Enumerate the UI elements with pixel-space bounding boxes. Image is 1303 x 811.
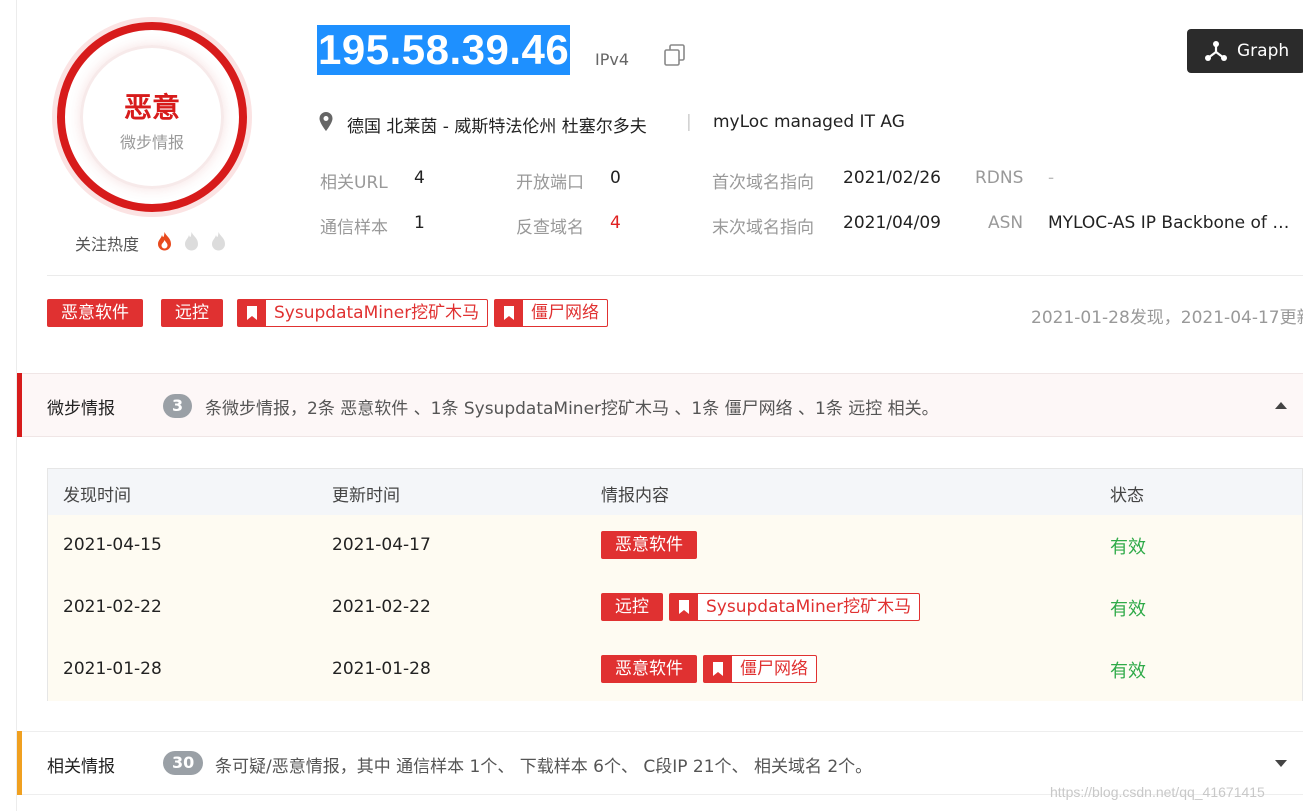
graph-icon [1205,41,1227,61]
cell-found: 2021-01-28 [63,659,162,679]
asn-value: MYLOC-AS IP Backbone of myLoc managed IT… [1048,213,1298,233]
tag-botnet-label: 僵尸网络 [740,659,808,679]
discovery-dates: 2021-01-28发现，2021-04-17更新 [1031,308,1303,328]
cell-updated: 2021-04-17 [332,535,431,555]
cell-status: 有效 [1110,661,1146,682]
bookmark-icon [495,300,523,326]
cell-updated: 2021-02-22 [332,597,431,617]
ip-type: IPv4 [595,50,630,69]
cell-found: 2021-04-15 [63,535,162,555]
table-row: 2021-04-15 2021-04-17 恶意软件 有效 [48,515,1302,578]
bookmark-icon [670,594,698,620]
intel-section-title: 微步情报 [47,399,115,419]
table-row: 2021-02-22 2021-02-22 远控 SysupdataMiner挖… [48,577,1302,640]
copy-icon[interactable] [663,43,687,67]
open-ports-label: 开放端口 [516,173,584,193]
cell-found: 2021-02-22 [63,597,162,617]
collapse-caret-icon[interactable] [1275,402,1287,409]
cell-status: 有效 [1110,537,1146,558]
rdns-label: RDNS [975,168,1024,188]
reverse-domains-value[interactable]: 4 [610,213,621,233]
bookmark-icon [238,300,266,326]
ip-organization: myLoc managed IT AG [713,112,905,132]
flame-icon-active [158,232,171,251]
flame-icon-inactive [185,232,198,251]
tag-miner[interactable]: SysupdataMiner挖矿木马 [669,593,921,621]
col-status: 状态 [1110,486,1144,506]
related-count-badge: 30 [163,751,204,775]
rdns-value: - [1048,168,1055,188]
tag-miner-label: SysupdataMiner挖矿木马 [274,303,480,323]
cell-content: 远控 SysupdataMiner挖矿木马 [601,593,921,621]
verdict-label: 恶意 [123,91,180,124]
location-separator: | [686,112,692,132]
first-resolve-label: 首次域名指向 [712,173,814,193]
tag-rat[interactable]: 远控 [601,593,663,621]
ip-location: 德国 北莱茵 - 威斯特法伦州 杜塞尔多夫 [347,117,647,137]
verdict-source: 微步情报 [119,133,184,152]
open-ports-value: 0 [610,168,621,188]
expand-caret-icon[interactable] [1275,760,1287,767]
cell-status: 有效 [1110,599,1146,620]
tag-malware[interactable]: 恶意软件 [601,655,697,683]
tag-miner-label: SysupdataMiner挖矿木马 [706,597,912,617]
bookmark-icon [704,656,732,682]
related-section-accent [17,731,22,795]
comm-samples-value[interactable]: 1 [414,213,425,233]
graph-button-label: Graph [1237,41,1290,61]
related-section-summary: 条可疑/恶意情报，其中 通信样本 1个、 下载样本 6个、 C段IP 21个、 … [215,757,873,777]
related-url-label: 相关URL [320,173,388,193]
intel-table-header: 发现时间 更新时间 情报内容 状态 [48,469,1302,516]
col-found-time[interactable]: 发现时间 [63,481,131,506]
intel-section-accent [17,373,22,437]
cell-content: 恶意软件 [601,531,697,559]
intel-section-summary: 条微步情报，2条 恶意软件 、1条 SysupdataMiner挖矿木马 、1条… [205,399,939,419]
graph-button[interactable]: Graph [1187,29,1303,73]
intel-count-badge: 3 [163,394,193,418]
heat-label: 关注热度 [75,235,140,254]
tag-malware[interactable]: 恶意软件 [47,299,143,327]
header-divider [47,275,1303,276]
reverse-domains-label: 反查域名 [516,218,584,238]
watermark: https://blog.csdn.net/qq_41671415 [1050,784,1265,800]
tag-botnet[interactable]: 僵尸网络 [494,299,608,327]
first-resolve-value: 2021/02/26 [843,168,941,188]
col-updated-time[interactable]: 更新时间 [332,481,400,506]
tag-miner[interactable]: SysupdataMiner挖矿木马 [237,299,489,327]
col-intel-content: 情报内容 [601,486,669,506]
comm-samples-label: 通信样本 [320,218,388,238]
tag-botnet[interactable]: 僵尸网络 [703,655,817,683]
table-row: 2021-01-28 2021-01-28 恶意软件 僵尸网络 有效 [48,639,1302,701]
ip-address[interactable]: 195.58.39.46 [317,25,571,75]
intel-table: 发现时间 更新时间 情报内容 状态 2021-04-15 2021-04-17 … [47,468,1303,701]
related-url-value[interactable]: 4 [414,168,425,188]
tag-malware[interactable]: 恶意软件 [601,531,697,559]
asn-label: ASN [988,213,1024,233]
cell-updated: 2021-01-28 [332,659,431,679]
last-resolve-value: 2021/04/09 [843,213,941,233]
location-pin-icon [319,112,333,131]
tag-botnet-label: 僵尸网络 [531,303,599,323]
flame-icon-inactive [212,232,225,251]
related-section-title: 相关情报 [47,757,115,777]
last-resolve-label: 末次域名指向 [712,218,814,238]
tag-rat[interactable]: 远控 [161,299,223,327]
cell-content: 恶意软件 僵尸网络 [601,655,817,683]
